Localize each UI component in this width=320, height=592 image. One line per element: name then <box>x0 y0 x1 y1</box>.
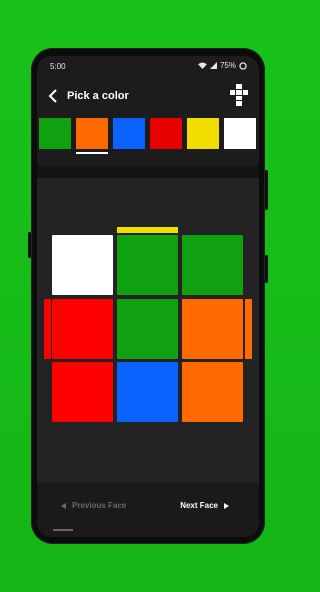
next-face-label: Next Face <box>180 501 218 510</box>
cube-net-icon[interactable] <box>229 84 249 106</box>
sticker-4[interactable] <box>52 299 113 359</box>
color-swatch-blue[interactable] <box>113 118 145 149</box>
status-time: 5:00 <box>50 62 66 71</box>
color-palette <box>37 118 259 158</box>
phone-side-button <box>265 255 268 283</box>
right-edge-indicator <box>245 299 252 359</box>
top-edge-indicator <box>117 227 178 233</box>
swatch-fill <box>224 118 256 149</box>
color-swatch-yellow[interactable] <box>187 118 219 149</box>
sticker-6[interactable] <box>182 299 243 359</box>
chevron-left-icon <box>61 502 66 509</box>
selected-color-indicator <box>76 152 108 154</box>
color-swatch-white[interactable] <box>224 118 256 149</box>
section-divider <box>37 166 259 178</box>
wifi-icon <box>198 62 207 69</box>
sticker-5[interactable] <box>117 299 178 359</box>
next-face-button[interactable]: Next Face <box>180 501 229 510</box>
cube-face-editor <box>37 178 259 488</box>
sticker-3[interactable] <box>182 235 243 295</box>
status-bar: 5:00 75% <box>37 56 259 76</box>
app-bar: Pick a color <box>37 80 259 116</box>
swatch-fill <box>113 118 145 149</box>
battery-percent: 75% <box>219 61 236 70</box>
sticker-2[interactable] <box>117 235 178 295</box>
sticker-8[interactable] <box>117 362 178 422</box>
previous-face-button[interactable]: Previous Face <box>61 501 126 510</box>
swatch-fill <box>39 118 71 149</box>
sticker-7[interactable] <box>52 362 113 422</box>
signal-icon <box>209 62 217 69</box>
chevron-right-icon <box>224 502 229 509</box>
swatch-fill <box>187 118 219 149</box>
phone-power-button <box>265 170 268 210</box>
footer-navigation: Previous Face Next Face <box>37 482 259 537</box>
color-swatch-orange[interactable] <box>76 118 108 154</box>
swatch-fill <box>150 118 182 149</box>
sticker-1[interactable] <box>52 235 113 295</box>
back-arrow-icon[interactable] <box>43 86 63 106</box>
sticker-9[interactable] <box>182 362 243 422</box>
page-title: Pick a color <box>67 90 129 102</box>
color-swatch-red[interactable] <box>150 118 182 149</box>
gesture-nav-handle <box>53 529 73 531</box>
battery-icon <box>239 61 247 70</box>
swatch-fill <box>76 118 108 149</box>
previous-face-label: Previous Face <box>72 501 127 510</box>
app-screen: 5:00 75% Pick a color Previous Face Next… <box>37 56 259 537</box>
left-edge-indicator <box>44 299 51 359</box>
status-icons: 75% <box>198 61 247 70</box>
color-swatch-green[interactable] <box>39 118 71 149</box>
